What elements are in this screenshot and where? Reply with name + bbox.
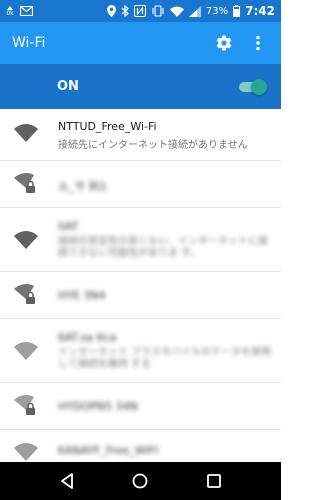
wifi-signal-icon	[14, 230, 38, 254]
network-name: ル_サ 利1	[58, 180, 107, 193]
battery-icon	[233, 5, 241, 17]
nfc-icon	[133, 5, 146, 17]
clock: 7:42	[245, 4, 275, 18]
status-left: 0k	[6, 5, 33, 17]
recents-icon[interactable]	[199, 466, 229, 496]
network-row[interactable]: NTTUD_Free_Wi-Fi 接続先にインターネット接続がありません	[0, 109, 281, 161]
app-bar: Wi-Fi	[0, 22, 281, 64]
network-row[interactable]: HYE 3N4	[0, 272, 281, 319]
network-name: HYE 3N4	[58, 289, 106, 302]
network-status: インターネット プラスモバイルのデータを使用して接続を維持 する	[58, 347, 271, 370]
network-list: NTTUD_Free_Wi-Fi 接続先にインターネット接続がありません ル_サ…	[0, 109, 281, 462]
bluetooth-icon	[121, 5, 129, 17]
location-icon	[106, 5, 116, 17]
back-icon[interactable]	[52, 466, 82, 496]
network-name: KANAYF_Free_WIFI	[58, 444, 159, 457]
network-name: HYDOPN5 34N	[58, 400, 138, 413]
app-bar-actions	[213, 32, 269, 54]
wifi-secured-signal-icon	[14, 173, 38, 197]
network-status: 接続の安定性が高くない、インターネットに接続できない可能性がありま す。	[58, 236, 268, 259]
wifi-switch-label: ON	[57, 79, 79, 94]
network-name: NTTUD_Free_Wi-Fi	[58, 120, 157, 133]
wifi-signal-icon	[14, 442, 38, 462]
network-row[interactable]: 0AT 接続の安定性が高くない、インターネットに接続できない可能性がありま す。	[0, 208, 281, 272]
home-icon[interactable]	[125, 466, 155, 496]
network-name: 0AT	[58, 220, 79, 233]
network-status: 接続先にインターネット接続がありません	[58, 140, 248, 151]
wifi-secured-signal-icon	[14, 284, 38, 308]
wifi-signal-icon	[14, 341, 38, 365]
network-row[interactable]: KANAYF_Free_WIFI	[0, 430, 281, 462]
wifi-signal-icon	[14, 123, 38, 147]
vibrate-icon	[151, 5, 165, 17]
battery-percent: 73%	[205, 5, 229, 17]
overflow-menu-icon[interactable]	[247, 32, 269, 54]
wifi-toggle[interactable]	[239, 78, 267, 95]
wifi-icon	[169, 6, 184, 17]
status-bar: 0k 73% 7:42	[0, 0, 281, 22]
settings-icon[interactable]	[213, 32, 235, 54]
network-name: 6AT.sa 6ca	[58, 331, 117, 344]
wifi-master-switch-bar[interactable]: ON	[0, 64, 281, 109]
status-right: 73% 7:42	[106, 4, 275, 18]
signal-icon	[188, 5, 201, 17]
data-rate-text: 0k	[6, 10, 14, 17]
mail-icon	[20, 6, 33, 16]
wifi-secured-signal-icon	[14, 395, 38, 419]
page-title: Wi-Fi	[12, 35, 46, 51]
data-rate-icon: 0k	[6, 5, 14, 17]
network-row[interactable]: ル_サ 利1	[0, 161, 281, 208]
network-row[interactable]: 6AT.sa 6ca インターネット プラスモバイルのデータを使用して接続を維持…	[0, 319, 281, 383]
toggle-thumb	[251, 78, 267, 95]
navigation-bar	[0, 462, 281, 500]
network-row[interactable]: HYDOPN5 34N	[0, 383, 281, 430]
